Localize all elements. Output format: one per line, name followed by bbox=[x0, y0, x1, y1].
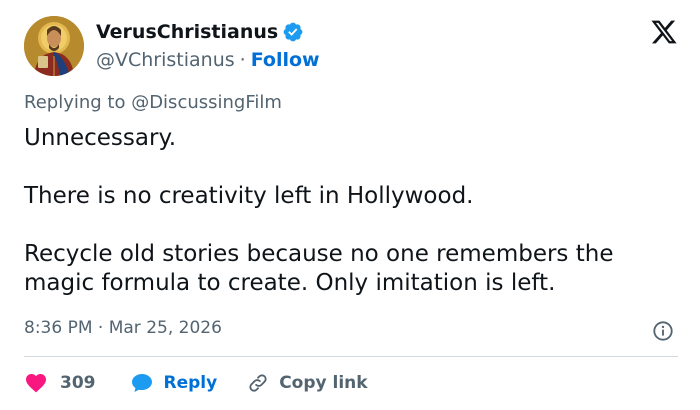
name-row: VerusChristianus bbox=[96, 18, 320, 46]
user-handle[interactable]: @VChristianus bbox=[96, 49, 235, 71]
like-count: 309 bbox=[60, 373, 96, 393]
reply-label: Reply bbox=[163, 373, 218, 393]
avatar[interactable] bbox=[24, 16, 84, 76]
speech-bubble-icon bbox=[131, 374, 152, 392]
info-icon[interactable] bbox=[652, 320, 674, 342]
handle-row: @VChristianus · Follow bbox=[96, 46, 320, 74]
follow-button[interactable]: Follow bbox=[251, 49, 320, 71]
like-button[interactable]: 309 bbox=[24, 371, 96, 395]
reply-context: Replying to @DiscussingFilm bbox=[24, 92, 282, 113]
divider bbox=[24, 356, 678, 357]
tweet-paragraph: Recycle old stories because no one remem… bbox=[24, 241, 614, 296]
user-identity: VerusChristianus @VChristianus · Follow bbox=[96, 18, 320, 74]
tweet-text: Unnecessary. There is no creativity left… bbox=[24, 124, 684, 298]
heart-icon bbox=[26, 374, 46, 393]
tweet-paragraph: Unnecessary. bbox=[24, 125, 177, 151]
tweet-timestamp[interactable]: 8:36 PM · Mar 25, 2026 bbox=[24, 318, 222, 338]
tweet-header: VerusChristianus @VChristianus · Follow bbox=[24, 14, 320, 78]
reply-button[interactable]: Reply bbox=[130, 371, 218, 395]
verified-badge-icon bbox=[283, 22, 303, 42]
tweet-card: VerusChristianus @VChristianus · Follow … bbox=[0, 0, 700, 410]
copy-link-button[interactable]: Copy link bbox=[247, 372, 368, 394]
link-icon bbox=[249, 374, 267, 392]
separator-dot: · bbox=[239, 49, 246, 71]
action-bar: 309 Reply Copy link bbox=[24, 370, 368, 396]
tweet-paragraph: There is no creativity left in Hollywood… bbox=[24, 183, 474, 209]
copy-link-label: Copy link bbox=[279, 373, 368, 393]
x-logo-icon[interactable] bbox=[650, 18, 678, 46]
display-name[interactable]: VerusChristianus bbox=[96, 21, 278, 43]
christ-pantocrator-icon bbox=[24, 16, 84, 76]
